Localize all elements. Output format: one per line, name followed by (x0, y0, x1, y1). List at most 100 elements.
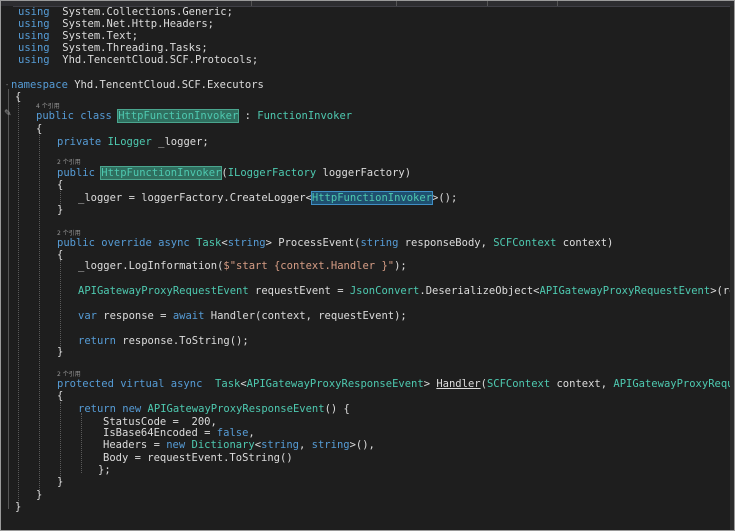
code-line[interactable]: APIGatewayProxyRequestEvent requestEvent… (78, 285, 734, 297)
code-token: } (36, 489, 43, 501)
code-token: JsonConvert (349, 285, 420, 297)
code-line[interactable]: using System.Text; (18, 30, 138, 42)
codelens-references-link[interactable]: 4 个引用 (36, 103, 60, 110)
code-token: APIGatewayProxyRequestEvent (78, 285, 249, 297)
code-token: string (261, 439, 299, 451)
code-line[interactable]: } (57, 476, 63, 488)
code-token: , (299, 439, 312, 451)
code-line[interactable]: { (36, 123, 42, 135)
code-line[interactable]: namespace Yhd.TencentCloud.SCF.Executors (11, 79, 264, 91)
code-token: > ProcessEvent( (265, 237, 361, 249)
code-token: , (248, 427, 255, 439)
code-token: using (18, 42, 50, 54)
code-token: { (36, 123, 43, 135)
code-line[interactable]: using System.Net.Http.Headers; (18, 18, 214, 30)
code-token: _logger.LogInformation( (78, 260, 224, 272)
code-token: Yhd.TencentCloud.SCF.Protocols; (49, 54, 259, 66)
code-line[interactable]: IsBase64Encoded = false, (103, 427, 255, 439)
code-line[interactable]: } (57, 204, 63, 216)
code-token: ILoggerFactory (227, 167, 317, 179)
code-line[interactable]: { (57, 179, 63, 191)
code-line[interactable]: { (57, 249, 63, 261)
code-line[interactable]: public class HttpFunctionInvoker : Funct… (36, 109, 353, 123)
code-token: ); (394, 260, 407, 272)
code-line[interactable]: var response = await Handler(context, re… (78, 310, 407, 322)
code-token: Yhd.TencentCloud.SCF.Executors (67, 79, 264, 91)
code-line[interactable]: protected virtual async Task<APIGatewayP… (57, 378, 734, 390)
code-line[interactable]: } (36, 489, 42, 501)
code-token: response = (96, 310, 173, 322)
code-token: APIGatewayProxyRequestEvent (613, 378, 734, 390)
code-token: IsBase64Encoded = (103, 427, 217, 439)
code-token: System.Threading.Tasks; (49, 42, 208, 54)
code-token: string (227, 237, 266, 249)
code-token: } (57, 476, 64, 488)
code-token: } (15, 501, 22, 513)
code-token: System.Text; (49, 30, 139, 42)
code-line[interactable]: using Yhd.TencentCloud.SCF.Protocols; (18, 54, 258, 66)
code-token: return new (78, 403, 148, 415)
code-line[interactable]: return new APIGatewayProxyResponseEvent(… (78, 403, 350, 415)
code-line[interactable]: { (15, 91, 21, 103)
code-token: loggerFactory) (316, 167, 412, 179)
code-token: requestEvent = (248, 285, 350, 297)
code-line[interactable]: using System.Collections.Generic; (18, 6, 233, 18)
code-token: response.ToString(); (115, 335, 249, 347)
code-area[interactable]: using System.Collections.Generic; using S… (1, 1, 734, 530)
code-token: new (166, 439, 192, 451)
vertical-scrollbar[interactable] (730, 6, 734, 530)
code-token: { (57, 179, 64, 191)
code-token: $"start {context.Handler }" (223, 260, 395, 272)
code-token: using (18, 6, 50, 18)
code-line[interactable]: { (57, 390, 63, 402)
code-token: SCFContext (493, 237, 557, 249)
code-line[interactable]: _logger.LogInformation($"start {context.… (78, 260, 407, 272)
code-token: Handler (436, 378, 481, 390)
code-line[interactable]: private ILogger _logger; (57, 136, 209, 148)
code-token: } (57, 204, 64, 216)
code-token: FunctionInvoker (257, 110, 353, 122)
code-token: Task (215, 378, 241, 390)
codelens-references-link[interactable]: 2 个引用 (57, 159, 81, 166)
code-token: System.Collections.Generic; (49, 6, 233, 18)
code-line[interactable]: Headers = new Dictionary<string, string>… (103, 439, 375, 451)
code-token: using (18, 30, 50, 42)
code-token: APIGatewayProxyResponseEvent (147, 403, 325, 415)
code-token: private (57, 136, 108, 148)
code-line[interactable]: Body = requestEvent.ToString() (103, 452, 293, 464)
code-token: > (423, 378, 437, 390)
code-token: using (18, 54, 50, 66)
code-token: using (18, 18, 50, 30)
code-line[interactable]: }; (98, 464, 111, 476)
code-token: HttpFunctionInvoker (310, 191, 434, 205)
codelens-references-link[interactable]: 2 个引用 (57, 230, 81, 237)
code-token: ILogger (107, 136, 152, 148)
code-line[interactable]: _logger = loggerFactory.CreateLogger<Htt… (78, 191, 458, 205)
code-token: { (15, 91, 22, 103)
code-token: >(); (432, 192, 458, 204)
code-token: APIGatewayProxyRequestEvent (539, 285, 711, 297)
code-line[interactable]: return response.ToString(); (78, 335, 249, 347)
code-token: public class (36, 110, 119, 122)
code-token: namespace (11, 79, 68, 91)
code-token: }; (98, 464, 111, 476)
code-line[interactable]: public override async Task<string> Proce… (57, 237, 613, 249)
code-token: Task (196, 237, 222, 249)
code-line[interactable]: using System.Threading.Tasks; (18, 42, 208, 54)
code-token: string (311, 439, 350, 451)
code-token: Dictionary (191, 439, 255, 451)
code-line[interactable]: } (57, 346, 63, 358)
code-token: _logger; (151, 136, 209, 148)
code-line[interactable]: public HttpFunctionInvoker(ILoggerFactor… (57, 166, 412, 180)
code-token: var (78, 310, 97, 322)
code-token: HttpFunctionInvoker (100, 166, 223, 180)
code-token: public (57, 167, 102, 179)
code-editor-window: - ✎ using System.Collections.Generic;usi… (0, 0, 735, 531)
code-token: : (238, 110, 258, 122)
code-token: SCFContext (486, 378, 551, 390)
code-token: Body = requestEvent.ToString() (103, 452, 293, 464)
code-line[interactable]: } (15, 501, 21, 513)
code-token: () { (324, 403, 350, 415)
code-token: false (216, 427, 249, 439)
codelens-references-link[interactable]: 2 个引用 (57, 371, 81, 378)
